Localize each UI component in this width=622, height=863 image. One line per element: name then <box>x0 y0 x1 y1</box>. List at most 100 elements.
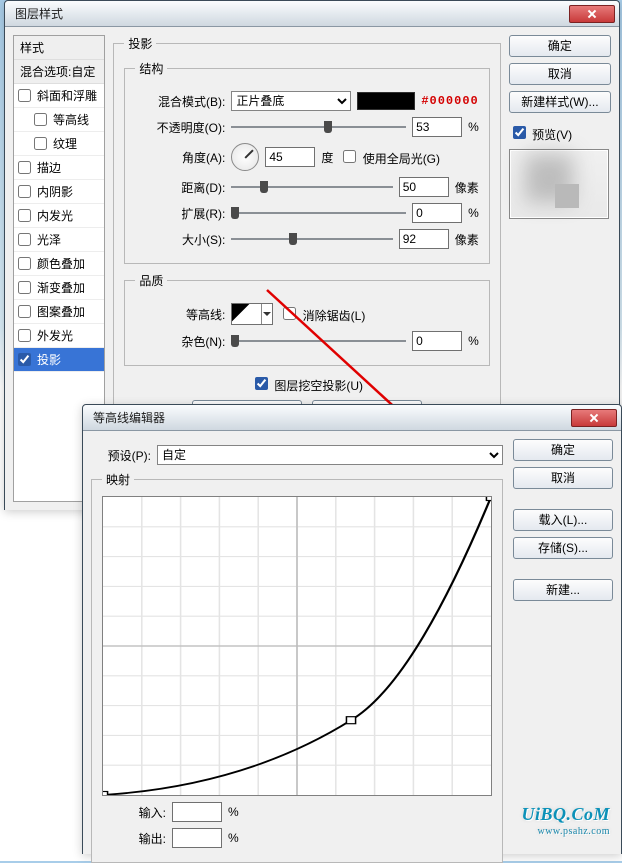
style-item-inner-glow[interactable]: 内发光 <box>14 204 104 228</box>
quality-group: 品质 等高线: 消除锯齿(L) 杂色(N): % <box>124 272 489 366</box>
contour-editor-titlebar[interactable]: 等高线编辑器 <box>83 405 621 431</box>
pct-unit: % <box>468 334 479 348</box>
style-item-satin[interactable]: 光泽 <box>14 228 104 252</box>
close-icon[interactable] <box>569 5 615 23</box>
distance-slider[interactable] <box>231 178 392 196</box>
spread-input[interactable] <box>412 203 462 223</box>
style-item-outer-glow[interactable]: 外发光 <box>14 324 104 348</box>
close-icon[interactable] <box>571 409 617 427</box>
blend-options-row[interactable]: 混合选项:自定 <box>14 60 104 84</box>
style-item-pattern-overlay[interactable]: 图案叠加 <box>14 300 104 324</box>
style-check[interactable] <box>18 209 31 222</box>
pct-unit: % <box>228 831 239 845</box>
opacity-label: 不透明度(O): <box>135 119 225 136</box>
preview-thumbnail <box>509 149 609 219</box>
style-item-gradient-overlay[interactable]: 渐变叠加 <box>14 276 104 300</box>
angle-label: 角度(A): <box>135 149 225 166</box>
panel-fieldset: 投影 结构 混合模式(B): 正片叠底 #000000 不透明度(O): <box>113 35 500 437</box>
structure-legend: 结构 <box>135 60 167 77</box>
style-item-contour[interactable]: 等高线 <box>14 108 104 132</box>
blend-mode-label: 混合模式(B): <box>135 93 225 110</box>
contour-side-buttons: 确定 取消 载入(L)... 存储(S)... 新建... <box>513 439 613 846</box>
spread-slider[interactable] <box>231 204 406 222</box>
pct-unit: % <box>228 805 239 819</box>
structure-group: 结构 混合模式(B): 正片叠底 #000000 不透明度(O): % <box>124 60 489 264</box>
style-item-bevel[interactable]: 斜面和浮雕 <box>14 84 104 108</box>
contour-label: 等高线: <box>135 306 225 323</box>
noise-slider[interactable] <box>231 332 406 350</box>
ok-button[interactable]: 确定 <box>509 35 611 57</box>
curve-canvas[interactable] <box>102 496 492 796</box>
style-check[interactable] <box>18 185 31 198</box>
watermark: UiBQ.CoM www.psahz.com <box>521 804 610 837</box>
input-label: 输入: <box>102 804 166 821</box>
distance-input[interactable] <box>399 177 449 197</box>
opacity-input[interactable] <box>412 117 462 137</box>
antialias-checkbox[interactable] <box>283 307 296 320</box>
blend-mode-select[interactable]: 正片叠底 <box>231 91 351 111</box>
px-unit: 像素 <box>455 231 479 248</box>
quality-legend: 品质 <box>135 272 167 289</box>
style-check[interactable] <box>34 137 47 150</box>
style-item-drop-shadow[interactable]: 投影 <box>14 348 104 372</box>
angle-dial[interactable] <box>231 143 259 171</box>
knockout-checkbox[interactable] <box>255 377 268 390</box>
opacity-slider[interactable] <box>231 118 406 136</box>
angle-unit: 度 <box>321 149 333 166</box>
global-light-check-wrap[interactable]: 使用全局光(G) <box>339 147 440 167</box>
mapping-legend: 映射 <box>102 471 134 488</box>
layer-style-titlebar[interactable]: 图层样式 <box>5 1 619 27</box>
contour-editor-dialog: 等高线编辑器 预设(P): 自定 映射 <box>82 404 622 854</box>
px-unit: 像素 <box>455 179 479 196</box>
size-slider[interactable] <box>231 230 392 248</box>
style-item-texture[interactable]: 纹理 <box>14 132 104 156</box>
antialias-wrap[interactable]: 消除锯齿(L) <box>279 304 365 324</box>
style-check[interactable] <box>18 329 31 342</box>
load-button[interactable]: 载入(L)... <box>513 509 613 531</box>
contour-picker[interactable] <box>231 303 273 325</box>
style-item-inner-shadow[interactable]: 内阴影 <box>14 180 104 204</box>
cancel-button[interactable]: 取消 <box>509 63 611 85</box>
knockout-wrap[interactable]: 图层挖空投影(U) <box>251 374 363 394</box>
size-input[interactable] <box>399 229 449 249</box>
contour-editor-title: 等高线编辑器 <box>93 409 569 426</box>
curve-output-field[interactable] <box>172 828 222 848</box>
pct-unit: % <box>468 120 479 134</box>
global-light-checkbox[interactable] <box>343 150 356 163</box>
chevron-down-icon[interactable] <box>261 304 272 324</box>
panel-title: 投影 <box>124 35 156 52</box>
shadow-color-hex: #000000 <box>421 94 478 108</box>
mapping-group: 映射 <box>91 471 503 863</box>
preview-checkbox[interactable] <box>513 126 526 139</box>
preview-check-wrap[interactable]: 预览(V) <box>509 123 611 143</box>
shadow-color-swatch[interactable] <box>357 92 415 110</box>
style-check[interactable] <box>18 233 31 246</box>
pct-unit: % <box>468 206 479 220</box>
style-item-color-overlay[interactable]: 颜色叠加 <box>14 252 104 276</box>
cancel-button[interactable]: 取消 <box>513 467 613 489</box>
style-check[interactable] <box>34 113 47 126</box>
style-check[interactable] <box>18 353 31 366</box>
preset-label: 预设(P): <box>91 447 151 464</box>
new-style-button[interactable]: 新建样式(W)... <box>509 91 611 113</box>
style-check[interactable] <box>18 281 31 294</box>
noise-label: 杂色(N): <box>135 333 225 350</box>
style-check[interactable] <box>18 161 31 174</box>
layer-style-title: 图层样式 <box>15 5 567 22</box>
size-label: 大小(S): <box>135 231 225 248</box>
style-check[interactable] <box>18 89 31 102</box>
angle-input[interactable] <box>265 147 315 167</box>
preset-select[interactable]: 自定 <box>157 445 503 465</box>
curve-input-field[interactable] <box>172 802 222 822</box>
noise-input[interactable] <box>412 331 462 351</box>
output-label: 输出: <box>102 830 166 847</box>
style-check[interactable] <box>18 257 31 270</box>
style-item-stroke[interactable]: 描边 <box>14 156 104 180</box>
ok-button[interactable]: 确定 <box>513 439 613 461</box>
style-check[interactable] <box>18 305 31 318</box>
distance-label: 距离(D): <box>135 179 225 196</box>
styles-header[interactable]: 样式 <box>14 36 104 60</box>
new-button[interactable]: 新建... <box>513 579 613 601</box>
spread-label: 扩展(R): <box>135 205 225 222</box>
save-button[interactable]: 存储(S)... <box>513 537 613 559</box>
